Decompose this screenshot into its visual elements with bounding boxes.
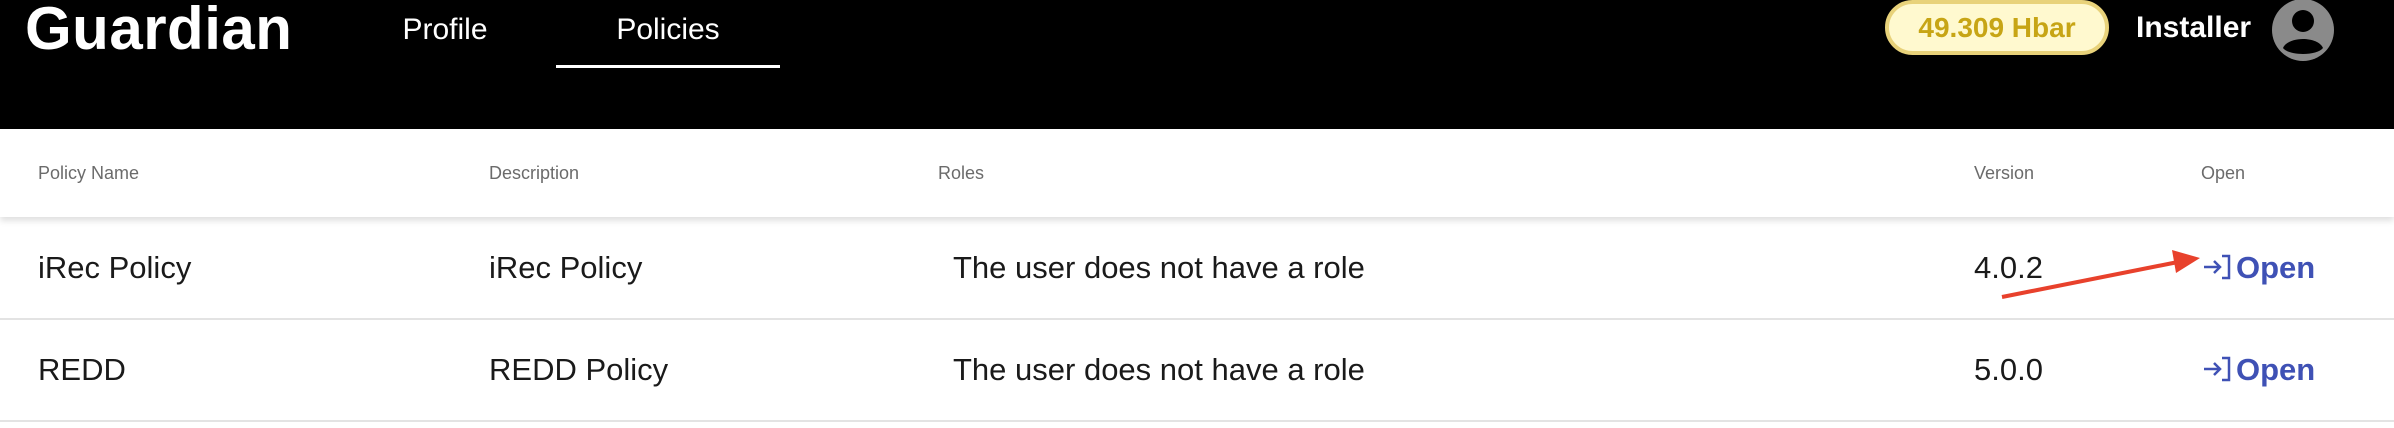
table-header-row: Policy Name Description Roles Version Op…: [0, 129, 2394, 217]
open-label: Open: [2236, 250, 2316, 285]
version-cell: 4.0.2: [1974, 250, 2043, 285]
open-policy-button[interactable]: Open: [2202, 320, 2315, 420]
tab-profile-label: Profile: [402, 13, 488, 46]
description-cell: REDD Policy: [489, 352, 669, 387]
policy-name-cell: REDD: [38, 352, 126, 387]
active-tab-indicator: [556, 65, 780, 68]
column-header-policy-name: Policy Name: [38, 163, 140, 183]
roles-cell: The user does not have a role: [953, 250, 1365, 285]
login-arrow-icon: [2204, 356, 2231, 382]
description-cell: iRec Policy: [489, 250, 643, 285]
login-arrow-icon: [2204, 254, 2231, 280]
balance-badge: 49.309 Hbar: [1885, 0, 2109, 55]
top-bar: Guardian Profile Policies 49.309 Hbar In…: [0, 0, 2394, 129]
user-name[interactable]: Installer: [2136, 8, 2251, 48]
account-circle-icon[interactable]: [2270, 0, 2336, 62]
brand-logo[interactable]: Guardian: [25, 0, 292, 60]
roles-cell: The user does not have a role: [953, 352, 1365, 387]
column-header-description: Description: [489, 163, 580, 183]
column-header-version: Version: [1974, 163, 2035, 183]
table-row: iRec Policy iRec Policy The user does no…: [0, 218, 2394, 320]
open-label: Open: [2236, 352, 2316, 387]
tab-policies-label: Policies: [616, 13, 720, 46]
column-header-roles: Roles: [938, 163, 985, 183]
open-policy-button[interactable]: Open: [2202, 218, 2315, 318]
policy-name-cell: iRec Policy: [38, 250, 192, 285]
version-cell: 5.0.0: [1974, 352, 2043, 387]
tab-policies[interactable]: Policies: [556, 10, 780, 68]
column-header-open: Open: [2201, 163, 2246, 183]
tab-profile[interactable]: Profile: [370, 10, 520, 58]
table-row: REDD REDD Policy The user does not have …: [0, 320, 2394, 422]
